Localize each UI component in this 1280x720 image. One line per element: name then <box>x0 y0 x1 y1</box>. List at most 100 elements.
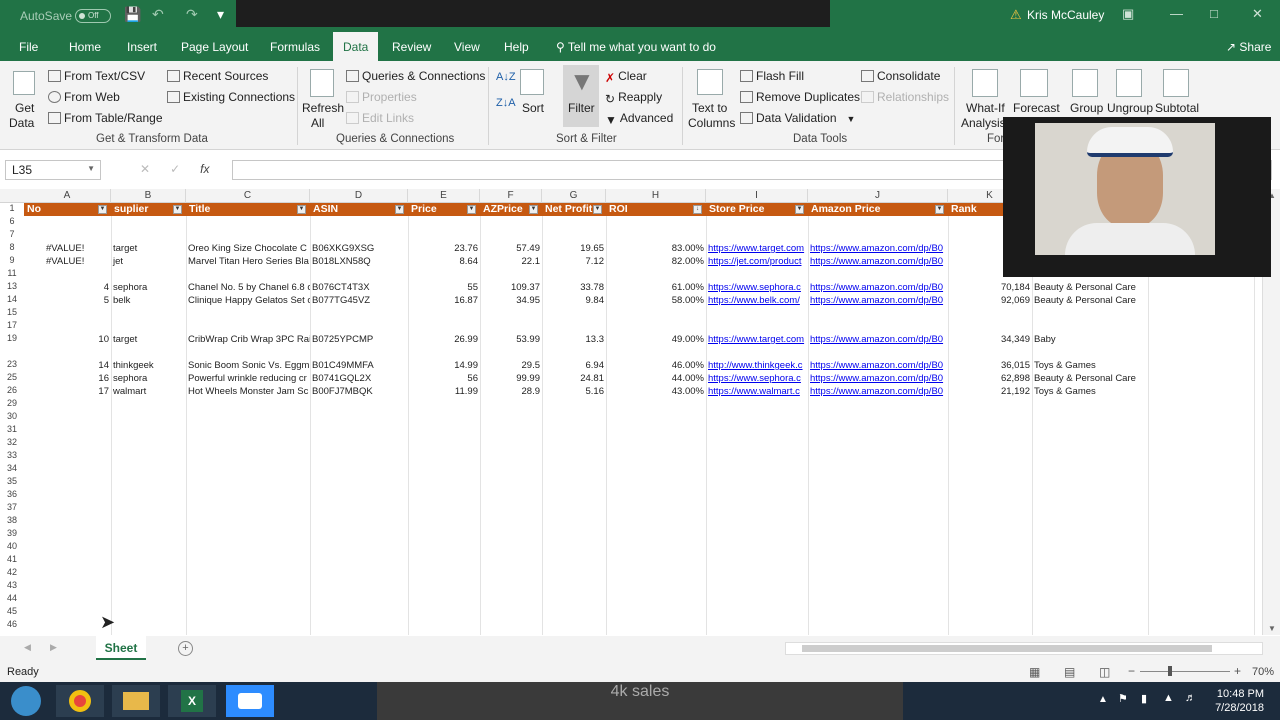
header-cell-azprice[interactable]: AZPrice ▼ <box>480 203 542 216</box>
cell-supplier[interactable]: belk <box>111 294 186 307</box>
cell-asin[interactable]: B0741GQL2X <box>310 372 408 385</box>
column-header[interactable]: A <box>24 189 111 203</box>
cell-net-profit[interactable]: 24.81 <box>542 372 606 385</box>
cell-azprice[interactable]: 109.37 <box>480 281 542 294</box>
tab-home[interactable]: Home <box>69 40 101 54</box>
horizontal-scrollbar[interactable] <box>785 642 1263 655</box>
column-header[interactable]: E <box>408 189 480 203</box>
what-if-analysis-button-line2[interactable]: Analysis <box>961 116 1006 130</box>
close-icon[interactable]: ✕ <box>1252 6 1263 22</box>
autosave-toggle[interactable]: Off <box>75 9 111 23</box>
cell-azprice[interactable]: 57.49 <box>480 242 542 255</box>
cell-no[interactable]: #VALUE! <box>24 242 111 255</box>
row-header[interactable]: 1 <box>0 203 24 213</box>
cell-roi[interactable]: 49.00% <box>606 333 706 346</box>
cell-asin[interactable]: B06XKG9XSG <box>310 242 408 255</box>
cell-price[interactable]: 14.99 <box>408 359 480 372</box>
get-data-button[interactable]: Get <box>15 101 34 115</box>
row-header[interactable]: 31 <box>0 424 24 434</box>
cell-store-link[interactable]: https://www.walmart.c <box>706 385 808 398</box>
header-cell-amazon-price[interactable]: Amazon Price ▼ <box>808 203 948 216</box>
tray-flag-icon[interactable]: ⚑ <box>1118 692 1128 705</box>
column-header[interactable]: J <box>808 189 948 203</box>
prev-sheet-icon[interactable]: ◀ <box>24 642 31 653</box>
file-explorer-icon[interactable] <box>112 685 160 717</box>
row-header[interactable]: 38 <box>0 515 24 525</box>
minimize-icon[interactable]: — <box>1170 6 1183 21</box>
cancel-icon[interactable]: ✕ <box>140 162 150 176</box>
row-header[interactable]: 26 <box>0 385 24 395</box>
cell-no[interactable]: 14 <box>24 359 111 372</box>
row-header[interactable]: 44 <box>0 593 24 603</box>
tab-page-layout[interactable]: Page Layout <box>181 40 248 54</box>
advanced-filter-button[interactable]: ▼ Advanced <box>605 111 673 127</box>
filter-dropdown-icon[interactable]: ▼ <box>795 205 804 214</box>
save-icon[interactable]: 💾 <box>124 6 141 23</box>
text-to-columns-button[interactable]: Text to <box>692 101 727 115</box>
row-header[interactable]: 8 <box>0 242 24 252</box>
cell-price[interactable]: 16.87 <box>408 294 480 307</box>
row-header[interactable]: 9 <box>0 255 24 265</box>
cell-supplier[interactable]: walmart <box>111 385 186 398</box>
queries-connections-button[interactable]: Queries & Connections <box>346 69 485 83</box>
subtotal-button[interactable]: Subtotal <box>1155 101 1199 115</box>
cell-category[interactable]: Beauty & Personal Care <box>1032 294 1148 307</box>
customize-qat-icon[interactable]: ▾ <box>217 6 224 23</box>
sort-button[interactable]: Sort <box>522 101 544 115</box>
cell-azprice[interactable]: 28.9 <box>480 385 542 398</box>
ribbon-display-icon[interactable]: ▣ <box>1122 6 1134 22</box>
page-layout-view-icon[interactable]: ▤ <box>1064 665 1075 679</box>
tab-insert[interactable]: Insert <box>127 40 157 54</box>
consolidate-button[interactable]: Consolidate <box>861 69 940 83</box>
cell-net-profit[interactable]: 5.16 <box>542 385 606 398</box>
cell-net-profit[interactable]: 6.94 <box>542 359 606 372</box>
tab-review[interactable]: Review <box>392 40 431 54</box>
cell-roi[interactable]: 46.00% <box>606 359 706 372</box>
get-data-button-line2[interactable]: Data <box>9 116 34 130</box>
chrome-icon[interactable] <box>56 685 104 717</box>
cell-roi[interactable]: 58.00% <box>606 294 706 307</box>
recent-sources-button[interactable]: Recent Sources <box>167 69 268 83</box>
data-validation-button[interactable]: Data Validation ▼ <box>740 111 855 125</box>
volume-icon[interactable]: ♬ <box>1185 692 1196 704</box>
cell-title[interactable]: Sonic Boom Sonic Vs. Eggm <box>186 359 310 372</box>
user-name[interactable]: Kris McCauley <box>1027 8 1104 22</box>
page-break-view-icon[interactable]: ◫ <box>1099 665 1110 679</box>
cell-amazon-link[interactable]: https://www.amazon.com/dp/B0 <box>808 359 948 372</box>
header-cell-store-price[interactable]: Store Price ▼ <box>706 203 808 216</box>
redo-icon[interactable]: ↷ <box>186 6 198 23</box>
cell-category[interactable]: Beauty & Personal Care <box>1032 372 1148 385</box>
row-header[interactable]: 15 <box>0 307 24 317</box>
header-cell-no[interactable]: No ▼ <box>24 203 111 216</box>
cell-amazon-link[interactable]: https://www.amazon.com/dp/B0 <box>808 385 948 398</box>
zoom-out-icon[interactable]: − <box>1128 664 1135 678</box>
row-header[interactable]: 46 <box>0 619 24 629</box>
cell-store-link[interactable]: https://www.sephora.c <box>706 372 808 385</box>
tab-help[interactable]: Help <box>504 40 529 54</box>
properties-button[interactable]: Properties <box>346 90 417 104</box>
cell-store-link[interactable]: https://jet.com/product <box>706 255 808 268</box>
cell-amazon-link[interactable]: https://www.amazon.com/dp/B0 <box>808 255 948 268</box>
tab-formulas[interactable]: Formulas <box>270 40 320 54</box>
filter-dropdown-icon[interactable]: ▼ <box>395 205 404 214</box>
tab-data[interactable]: Data <box>333 32 379 61</box>
row-header[interactable]: 32 <box>0 437 24 447</box>
cell-azprice[interactable]: 99.99 <box>480 372 542 385</box>
row-header[interactable]: 45 <box>0 606 24 616</box>
start-icon[interactable] <box>2 685 50 717</box>
column-header[interactable]: H <box>606 189 706 203</box>
row-header[interactable]: 42 <box>0 567 24 577</box>
filter-dropdown-icon[interactable]: ▼ <box>593 205 602 214</box>
row-header[interactable]: 33 <box>0 450 24 460</box>
relationships-button[interactable]: Relationships <box>861 90 949 104</box>
cell-rank[interactable]: 21,192 <box>948 385 1032 398</box>
row-header[interactable]: 19 <box>0 333 24 343</box>
cell-price[interactable]: 55 <box>408 281 480 294</box>
cell-price[interactable]: 56 <box>408 372 480 385</box>
insert-function-icon[interactable]: fx <box>200 162 209 176</box>
cell-amazon-link[interactable]: https://www.amazon.com/dp/B0 <box>808 333 948 346</box>
scroll-thumb[interactable] <box>802 645 1212 652</box>
row-header[interactable]: 37 <box>0 502 24 512</box>
cell-rank[interactable]: 36,015 <box>948 359 1032 372</box>
cell-net-profit[interactable]: 7.12 <box>542 255 606 268</box>
